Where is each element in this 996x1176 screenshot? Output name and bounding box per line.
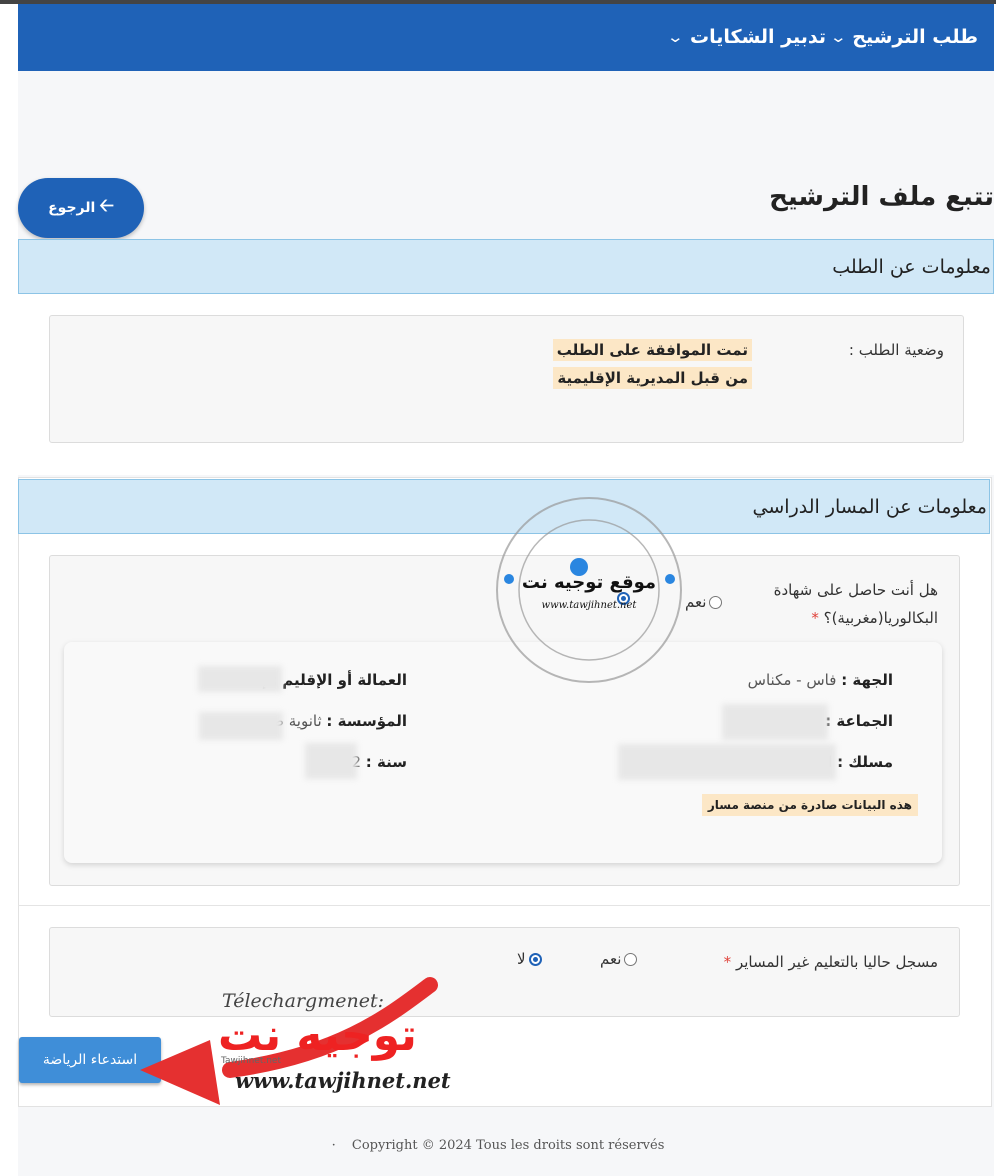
track-label: مسلك : xyxy=(837,753,893,771)
nav-item-complaints[interactable]: تدبير الشكايات ⌄ xyxy=(666,26,826,48)
nav-item-application[interactable]: طلب الترشيح ⌄ xyxy=(829,26,978,48)
request-status-box xyxy=(49,315,964,443)
divider xyxy=(18,905,990,906)
section-title: معلومات عن المسار الدراسي xyxy=(752,495,987,518)
commune-label: الجماعة : xyxy=(825,712,893,730)
non-formal-question: مسجل حاليا بالتعليم غير المساير * xyxy=(723,953,938,971)
watermark-site-url: www.tawjihnet.net xyxy=(235,1068,451,1093)
section-title: معلومات عن الطلب xyxy=(832,255,991,278)
redacted-track xyxy=(618,744,836,780)
watermark-stamp-logo: موقع توجيه نت www.tawjihnet.net xyxy=(496,497,682,683)
status-label: وضعية الطلب : xyxy=(848,341,944,359)
copyright-text: Copyright © 2024 Tous les droits sont ré… xyxy=(351,1138,665,1153)
nav-item-label: طلب الترشيح xyxy=(852,26,978,48)
arrow-left-icon: 🡠 xyxy=(99,195,114,216)
redacted-commune xyxy=(722,704,828,740)
non-formal-no-radio[interactable] xyxy=(528,952,542,966)
prefecture-label: العمالة أو الإقليم : xyxy=(271,671,407,689)
back-button-label: الرجوع xyxy=(48,200,96,216)
year-field: سنة : 2 xyxy=(351,753,407,771)
status-value-text: تمت الموافقة على الطلب من قبل المديرية ا… xyxy=(552,339,752,389)
non-formal-no-option[interactable]: لا xyxy=(517,950,542,968)
redacted-year xyxy=(305,743,357,779)
required-mark: * xyxy=(811,609,819,627)
watermark-download-text: Télechargmenet: xyxy=(222,990,384,1012)
institution-field: المؤسسة : ثانوية ص xyxy=(266,712,407,730)
non-formal-yes-option[interactable]: نعم xyxy=(600,950,638,968)
stamp-url-text: www.tawjihnet.net xyxy=(542,600,638,611)
bac-yes-option[interactable]: نعم xyxy=(685,593,723,611)
redacted-prefecture xyxy=(198,666,282,692)
non-formal-yes-label: نعم xyxy=(600,950,622,968)
region-label: الجهة : xyxy=(841,671,893,689)
request-info-header: معلومات عن الطلب xyxy=(18,239,994,294)
back-button[interactable]: 🡠 الرجوع xyxy=(18,178,144,238)
institution-label: المؤسسة : xyxy=(326,712,407,730)
stamp-logo-text: موقع توجيه نت xyxy=(522,572,656,593)
non-formal-yes-radio[interactable] xyxy=(624,952,638,966)
region-field: الجهة : فاس - مكناس xyxy=(748,671,893,689)
commune-field: الجماعة : xyxy=(825,712,893,730)
watermark-logo-text: توجيه نت xyxy=(218,1010,417,1061)
non-formal-no-label: لا xyxy=(517,950,526,968)
footer-bullet: · xyxy=(331,1138,336,1153)
page-title: تتبع ملف الترشيح xyxy=(769,182,994,212)
bac-yes-radio[interactable] xyxy=(709,595,723,609)
summon-button-label: استدعاء الرياضة xyxy=(42,1052,138,1068)
region-value: فاس - مكناس xyxy=(747,671,837,689)
bac-yes-label: نعم xyxy=(685,593,707,611)
required-mark: * xyxy=(723,953,732,971)
prefecture-field: العمالة أو الإقليم : إ xyxy=(262,671,407,689)
section-gap xyxy=(18,447,994,475)
status-value: تمت الموافقة على الطلب من قبل المديرية ا… xyxy=(552,336,752,392)
watermark-logo-small: Tawjihnet.net xyxy=(221,1056,281,1066)
redacted-institution xyxy=(199,712,283,740)
chevron-down-icon: ⌄ xyxy=(666,28,685,46)
footer: · Copyright © 2024 Tous les droits sont … xyxy=(0,1138,996,1153)
top-navbar: طلب الترشيح ⌄ تدبير الشكايات ⌄ xyxy=(18,4,994,71)
bac-question: هل أنت حاصل على شهادة البكالوريا(مغربية)… xyxy=(773,581,938,627)
chevron-down-icon: ⌄ xyxy=(829,28,847,46)
year-label: سنة : xyxy=(365,753,407,771)
track-field: مسلك : ا xyxy=(828,753,893,771)
nav-item-label: تدبير الشكايات xyxy=(690,26,826,48)
massar-source-note: هذه البيانات صادرة من منصة مسار xyxy=(701,794,918,816)
